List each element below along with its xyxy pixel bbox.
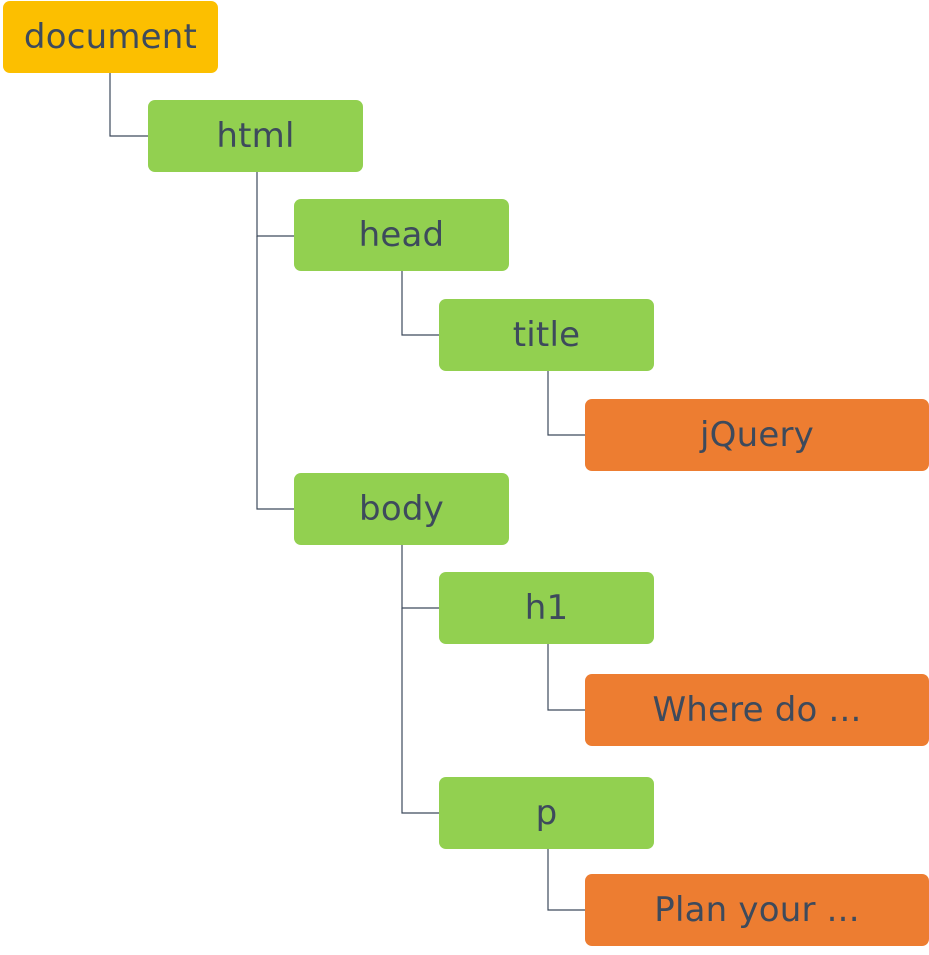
dom-tree-diagram: document html head title jQuery body h1 … [0, 0, 929, 955]
connector-body-h1 [401, 545, 439, 609]
text-node-p: Plan your ... [585, 874, 929, 946]
text-node-h1: Where do ... [585, 674, 929, 746]
node-head-label: head [358, 215, 445, 255]
node-body-label: body [359, 489, 444, 529]
node-title-label: title [512, 315, 581, 355]
node-document-label: document [23, 17, 198, 57]
connector-head-title [401, 271, 439, 336]
node-h1: h1 [439, 572, 654, 644]
node-body: body [294, 473, 509, 545]
text-node-p-label: Plan your ... [654, 890, 860, 930]
node-head: head [294, 199, 509, 271]
node-h1-label: h1 [524, 588, 569, 628]
node-html-label: html [216, 116, 295, 156]
text-node-title: jQuery [585, 399, 929, 471]
node-p-label: p [535, 793, 558, 833]
connector-html-head [256, 172, 294, 237]
connector-body-p [401, 608, 439, 814]
node-title: title [439, 299, 654, 371]
connector-document-html [109, 73, 148, 137]
connector-h1-where [547, 644, 585, 711]
node-p: p [439, 777, 654, 849]
connector-p-plan [547, 849, 585, 911]
text-node-h1-label: Where do ... [652, 690, 862, 730]
connector-title-jquery [547, 371, 585, 436]
connector-html-body [256, 236, 294, 510]
node-html: html [148, 100, 363, 172]
node-document: document [3, 1, 218, 73]
text-node-title-label: jQuery [700, 415, 814, 455]
